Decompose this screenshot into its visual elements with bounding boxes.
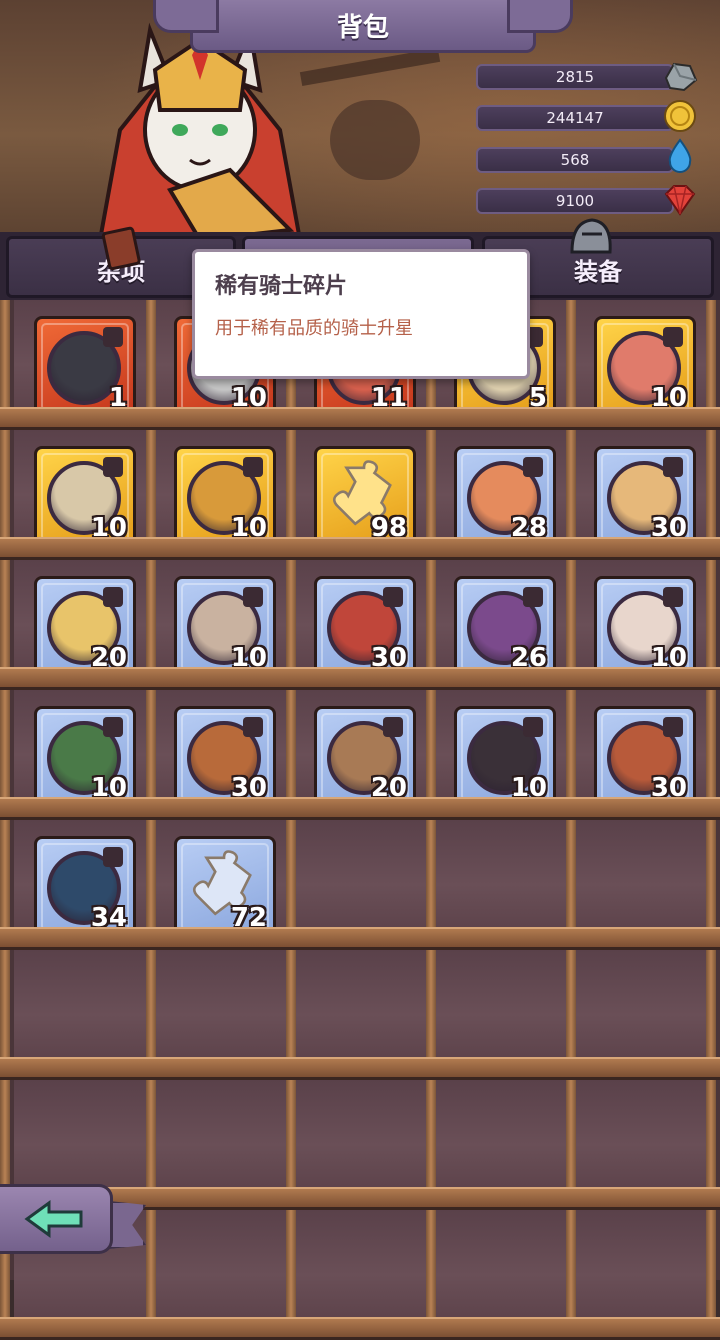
knight-shard-item[interactable]: 10 — [454, 706, 556, 808]
shard-puzzle-icon — [243, 587, 263, 607]
shelf-plank — [0, 1057, 720, 1080]
shard-puzzle-icon — [523, 717, 543, 737]
currency-stone-value: 2815 — [555, 68, 595, 86]
shelf-row: 10 30 20 10 30 — [0, 690, 720, 820]
shard-puzzle-icon — [523, 587, 543, 607]
gold-coin-icon — [664, 100, 696, 132]
shelf-plank — [0, 797, 720, 820]
knight-shard-item[interactable]: 34 — [34, 836, 136, 938]
knight-shard-item[interactable]: 30 — [594, 446, 696, 548]
knight-shard-item[interactable]: 10 — [174, 446, 276, 548]
shelf-plank — [0, 407, 720, 430]
currency-stone: 2815 — [476, 64, 674, 90]
knight-shard-item[interactable]: 30 — [594, 706, 696, 808]
shard-puzzle-icon — [383, 717, 403, 737]
shard-piece-item[interactable]: 72 — [174, 836, 276, 938]
shard-puzzle-icon — [663, 587, 683, 607]
knight-shard-item[interactable]: 1 — [34, 316, 136, 418]
shard-puzzle-icon — [663, 717, 683, 737]
knight-shard-item[interactable]: 26 — [454, 576, 556, 678]
shard-puzzle-icon — [383, 587, 403, 607]
tab-equipment-label: 装备 — [574, 258, 622, 286]
inventory-grid: 1 10 11 5 10 10 10 98 28 30 20 10 30 26 10 10 30 20 10 30 34… — [0, 300, 720, 1340]
item-tooltip: 稀有骑士碎片 用于稀有品质的骑士升星 — [192, 249, 530, 379]
knight-shard-item[interactable]: 20 — [314, 706, 416, 808]
shelf-plank — [0, 1317, 720, 1340]
background-beam — [299, 47, 441, 87]
knight-shard-item[interactable]: 28 — [454, 446, 556, 548]
back-arrow-icon — [24, 1200, 83, 1238]
currency-gem: 9100 — [476, 188, 674, 214]
knight-shard-item[interactable]: 10 — [174, 576, 276, 678]
currency-gold-value: 244147 — [546, 109, 604, 127]
knight-shard-item[interactable]: 10 — [594, 576, 696, 678]
shard-puzzle-icon — [663, 457, 683, 477]
shard-puzzle-icon — [243, 457, 263, 477]
tooltip-description: 用于稀有品质的骑士升星 — [215, 318, 413, 339]
shelf-row: 10 10 98 28 30 — [0, 430, 720, 560]
shard-puzzle-icon — [103, 457, 123, 477]
back-button[interactable] — [0, 1184, 113, 1254]
equipment-helmet-icon — [570, 218, 612, 254]
title-wing-right — [507, 0, 573, 33]
currency-water: 568 — [476, 147, 674, 173]
misc-scroll-icon — [101, 226, 141, 270]
knight-shard-item[interactable]: 10 — [594, 316, 696, 418]
red-gem-icon — [664, 185, 696, 216]
knight-shard-item[interactable]: 30 — [314, 576, 416, 678]
stone-icon — [664, 62, 698, 92]
shelf-plank — [0, 537, 720, 560]
knight-shard-item[interactable]: 10 — [34, 706, 136, 808]
page-title-plate: 背包 — [153, 0, 573, 53]
knight-shard-item[interactable]: 30 — [174, 706, 276, 808]
currency-water-value: 568 — [560, 151, 590, 169]
shelf-row — [0, 950, 720, 1080]
currency-gem-value: 9100 — [555, 192, 595, 210]
shelf-row: 34 72 — [0, 820, 720, 950]
shard-puzzle-icon — [523, 457, 543, 477]
background-wheel — [330, 100, 420, 180]
shelf-row: 20 10 30 26 10 — [0, 560, 720, 690]
shard-puzzle-icon — [103, 587, 123, 607]
shard-puzzle-icon — [103, 717, 123, 737]
title-wing-left — [153, 0, 219, 33]
shelf-plank — [0, 667, 720, 690]
shelf-plank — [0, 927, 720, 950]
knight-shard-item[interactable]: 10 — [34, 446, 136, 548]
shard-puzzle-icon — [103, 847, 123, 867]
currency-gold: 244147 — [476, 105, 674, 131]
shard-puzzle-icon — [243, 717, 263, 737]
shard-puzzle-icon — [663, 327, 683, 347]
shard-piece-item[interactable]: 98 — [314, 446, 416, 548]
page-title: 背包 — [336, 12, 389, 43]
tooltip-title: 稀有骑士碎片 — [215, 274, 348, 299]
shard-puzzle-icon — [103, 327, 123, 347]
knight-shard-item[interactable]: 20 — [34, 576, 136, 678]
water-drop-icon — [668, 138, 692, 173]
